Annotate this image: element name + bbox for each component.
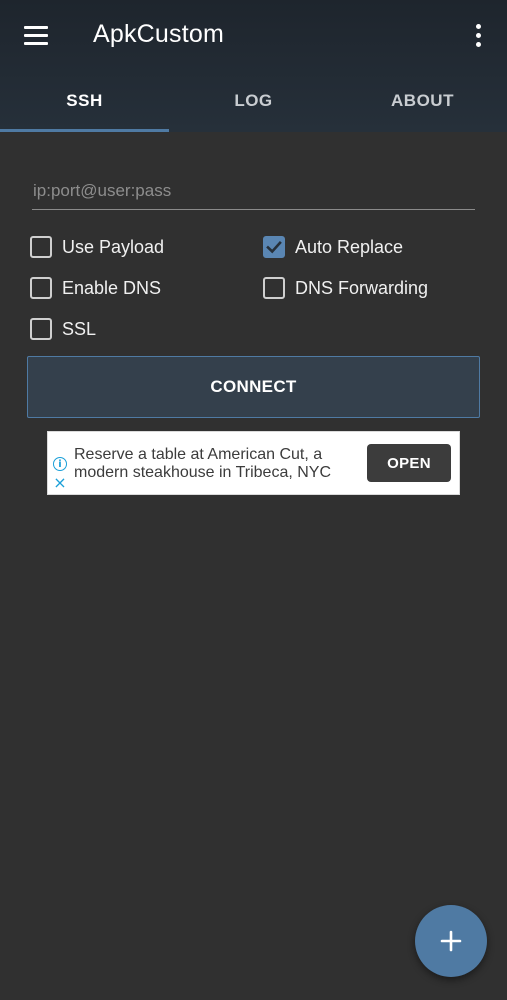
ssl-checkbox[interactable]: SSL [30, 314, 96, 344]
connect-button[interactable]: CONNECT [27, 356, 480, 418]
tab-bar: SSH LOG ABOUT [0, 70, 507, 132]
dns-forwarding-checkbox[interactable]: DNS Forwarding [263, 273, 428, 303]
server-input-container [32, 172, 475, 210]
info-icon[interactable]: i [53, 457, 67, 471]
ad-open-button[interactable]: OPEN [367, 444, 451, 482]
checkbox-label: Enable DNS [62, 277, 162, 298]
checkbox-label: Auto Replace [295, 236, 404, 257]
check-icon [266, 240, 282, 254]
ad-text: Reserve a table at American Cut, a moder… [74, 446, 332, 481]
checkbox-label: DNS Forwarding [295, 277, 429, 298]
server-input[interactable] [32, 172, 475, 209]
tab-ssh[interactable]: SSH [0, 70, 169, 132]
checkbox-box[interactable] [30, 236, 52, 258]
tab-log[interactable]: LOG [169, 70, 338, 132]
checkbox-label: SSL [62, 318, 97, 339]
add-button[interactable] [415, 905, 487, 977]
checkbox-label: Use Payload [62, 236, 165, 257]
use-payload-checkbox[interactable]: Use Payload [30, 232, 164, 262]
app-title: ApkCustom [93, 20, 225, 48]
menu-icon[interactable] [16, 18, 56, 52]
checkbox-box[interactable] [263, 236, 285, 258]
more-vert-icon[interactable] [466, 20, 490, 50]
tab-about[interactable]: ABOUT [338, 70, 507, 132]
auto-replace-checkbox[interactable]: Auto Replace [263, 232, 403, 262]
checkbox-box[interactable] [30, 318, 52, 340]
close-icon[interactable]: × [53, 475, 67, 491]
enable-dns-checkbox[interactable]: Enable DNS [30, 273, 161, 303]
app-bar: ApkCustom SSH LOG ABOUT [0, 0, 507, 132]
plus-icon [440, 930, 462, 952]
checkbox-box[interactable] [263, 277, 285, 299]
ad-banner[interactable]: i × Reserve a table at American Cut, a m… [47, 431, 460, 495]
checkbox-box[interactable] [30, 277, 52, 299]
